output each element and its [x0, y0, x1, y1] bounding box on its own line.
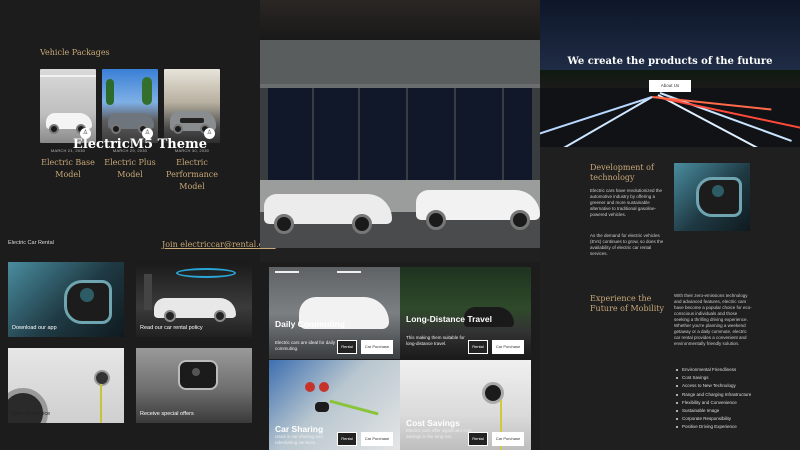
- rental-button[interactable]: Rental: [468, 432, 488, 446]
- card-daily-commuting[interactable]: Daily Commuting Electric cars are ideal …: [269, 267, 400, 359]
- right-hero-image: [540, 0, 800, 147]
- list-item: Environmental Friendliness: [676, 367, 786, 373]
- list-item: Corporate Responsibility: [676, 416, 786, 422]
- right-hero-title: We create the products of the future: [567, 56, 773, 67]
- package-card-base[interactable]: ♙: [40, 69, 96, 143]
- grid-card-rental-policy[interactable]: Read our car rental policy: [136, 262, 252, 337]
- grid-caption: Use our service: [12, 411, 51, 417]
- grid-caption: Receive special offers: [140, 411, 194, 417]
- package-card-performance[interactable]: ♙: [164, 69, 220, 143]
- development-paragraph-2: As the demand for electric vehicles (EVs…: [590, 233, 664, 256]
- card-description: Used in car-sharing and ridesharing serv…: [275, 434, 323, 445]
- list-item: Flexibility and Convenience: [676, 400, 786, 406]
- car-purchase-button[interactable]: Car Purchase: [361, 340, 393, 354]
- join-email-link[interactable]: Join electriccar@rental.com: [162, 240, 276, 249]
- card-cost-savings[interactable]: Cost Savings Electric cars offer signifi…: [400, 360, 531, 450]
- charging-port-image: [674, 163, 750, 231]
- card-description: This making them suitable for long-dista…: [406, 335, 465, 346]
- grid-caption: Read our car rental policy: [140, 325, 203, 331]
- package-name-link[interactable]: Electric Plus Model: [102, 157, 158, 181]
- experience-title: Experience the Future of Mobility: [590, 294, 665, 313]
- grid-card-use-service[interactable]: Use our service: [8, 348, 124, 423]
- card-car-sharing[interactable]: Car Sharing Used in car-sharing and ride…: [269, 360, 400, 450]
- rental-button[interactable]: Rental: [468, 340, 488, 354]
- rental-button[interactable]: Rental: [337, 432, 357, 446]
- list-item: Range and Charging Infrastructure: [676, 392, 786, 398]
- grid-card-special-offers[interactable]: Receive special offers: [136, 348, 252, 423]
- list-item: Cost Savings: [676, 375, 786, 381]
- package-name-link[interactable]: Electric Performance Model: [164, 157, 220, 193]
- list-item: Sustainable Image: [676, 408, 786, 414]
- card-description: Electric cars are ideal for daily commut…: [275, 340, 336, 351]
- grid-caption: Download our app: [12, 325, 57, 331]
- car-purchase-button[interactable]: Car Purchase: [492, 432, 524, 446]
- car-purchase-button[interactable]: Car Purchase: [492, 340, 524, 354]
- list-item: Positive Driving Experience: [676, 424, 786, 430]
- list-item: Access to New Technology: [676, 383, 786, 389]
- about-us-button[interactable]: About Us: [649, 80, 691, 92]
- vehicle-packages-title: Vehicle Packages: [40, 48, 110, 57]
- development-paragraph-1: Electric cars have revolutionized the au…: [590, 188, 663, 217]
- card-title: Cost Savings: [406, 418, 460, 428]
- features-list: Environmental Friendliness Cost Savings …: [676, 367, 786, 433]
- card-title: Daily Commuting: [275, 319, 345, 329]
- car-purchase-button[interactable]: Car Purchase: [361, 432, 393, 446]
- hero-image: [260, 40, 540, 248]
- site-name: Electric Car Rental: [8, 240, 54, 246]
- grid-card-download-app[interactable]: Download our app: [8, 262, 124, 337]
- card-title: Long-Distance Travel: [406, 314, 492, 324]
- experience-paragraph: With their zero-emissions technology and…: [674, 293, 752, 346]
- development-title: Development of technology: [590, 163, 654, 182]
- package-card-plus[interactable]: ♙: [102, 69, 158, 143]
- card-description: Electric cars offer significant cost sav…: [406, 428, 472, 439]
- card-title: Car Sharing: [275, 424, 324, 434]
- card-long-distance[interactable]: Long-Distance Travel This making them su…: [400, 267, 531, 359]
- rental-button[interactable]: Rental: [337, 340, 357, 354]
- package-name-link[interactable]: Electric Base Model: [40, 157, 96, 181]
- hero-title: ElectricM5 Theme: [72, 137, 208, 152]
